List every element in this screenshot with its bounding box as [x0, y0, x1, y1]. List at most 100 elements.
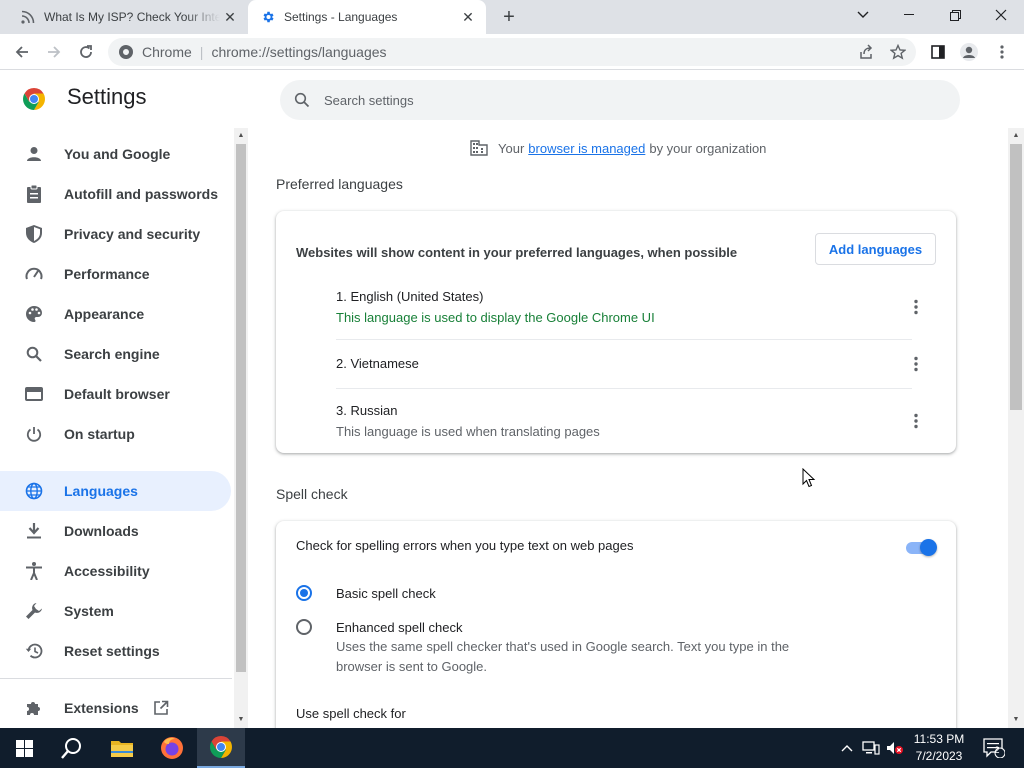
sidebar-item-search-engine[interactable]: Search engine [0, 334, 232, 374]
spell-check-card: Check for spelling errors when you type … [276, 521, 956, 728]
sidebar-item-on-startup[interactable]: On startup [0, 414, 232, 454]
volume-muted-icon[interactable] [884, 728, 906, 768]
sidebar-item-system[interactable]: System [0, 591, 232, 631]
scroll-up-arrow-icon[interactable]: ▲ [1009, 128, 1023, 142]
url-text: chrome://settings/languages [211, 44, 387, 60]
new-tab-button[interactable]: + [498, 6, 520, 28]
file-explorer-icon[interactable] [98, 728, 146, 768]
sidebar-item-reset-settings[interactable]: Reset settings [0, 631, 232, 671]
sidebar-item-appearance[interactable]: Appearance [0, 294, 232, 334]
preferred-languages-description: Websites will show content in your prefe… [296, 245, 738, 260]
browser-icon [24, 384, 44, 404]
use-spell-check-for-label: Use spell check for [296, 706, 406, 721]
power-icon [24, 424, 44, 444]
enhanced-spell-check-radio[interactable] [296, 619, 312, 635]
spell-check-heading: Spell check [276, 486, 348, 502]
profile-avatar-icon[interactable] [959, 42, 979, 62]
tab-title: Settings - Languages [284, 10, 398, 24]
chrome-menu-icon[interactable] [992, 42, 1012, 62]
sidebar-item-autofill[interactable]: Autofill and passwords [0, 174, 232, 214]
taskbar-search-icon[interactable] [48, 728, 96, 768]
sidebar-item-performance[interactable]: Performance [0, 254, 232, 294]
sidebar-item-label: Performance [64, 266, 150, 282]
settings-sidebar: You and Google Autofill and passwords Pr… [0, 128, 234, 728]
more-actions-icon[interactable] [906, 411, 926, 431]
sidebar-item-privacy[interactable]: Privacy and security [0, 214, 232, 254]
side-panel-icon[interactable] [928, 42, 948, 62]
scroll-down-arrow-icon[interactable]: ▼ [234, 712, 248, 726]
managed-link[interactable]: browser is managed [528, 141, 645, 156]
globe-icon [24, 481, 44, 501]
taskbar-clock[interactable]: 11:53 PM 7/2/2023 [906, 731, 972, 765]
sidebar-item-languages[interactable]: Languages [0, 471, 231, 511]
mouse-cursor-icon [802, 467, 816, 488]
sidebar-item-default-browser[interactable]: Default browser [0, 374, 232, 414]
restore-button[interactable] [932, 0, 978, 30]
back-button[interactable] [8, 38, 36, 66]
row-divider [336, 388, 912, 389]
spell-check-toggle[interactable] [904, 537, 938, 557]
language-note: This language is used when translating p… [336, 424, 600, 439]
show-hidden-icons-icon[interactable] [838, 728, 856, 768]
close-tab-icon[interactable]: ✕ [220, 7, 240, 27]
notifications-icon[interactable]: 2 [978, 728, 1010, 768]
scroll-down-arrow-icon[interactable]: ▼ [1009, 712, 1023, 726]
omnibox-separator: | [199, 44, 204, 60]
sidebar-divider [0, 678, 232, 679]
row-divider [336, 339, 912, 340]
search-input[interactable] [324, 92, 904, 108]
close-window-button[interactable] [978, 0, 1024, 30]
search-icon [24, 344, 44, 364]
sidebar-item-you-and-google[interactable]: You and Google [0, 134, 232, 174]
sidebar-item-label: Extensions [64, 700, 139, 716]
language-row: 2. Vietnamese [336, 356, 936, 371]
close-tab-icon[interactable]: ✕ [458, 7, 478, 27]
minimize-button[interactable] [886, 0, 932, 30]
history-icon [24, 641, 44, 661]
reload-button[interactable] [72, 38, 100, 66]
sidebar-item-label: Privacy and security [64, 226, 201, 242]
scrollbar-thumb[interactable] [1010, 144, 1022, 410]
language-name: 2. Vietnamese [336, 356, 419, 371]
windows-start-icon[interactable] [0, 728, 48, 768]
clipboard-icon [24, 184, 44, 204]
language-name: 1. English (United States) [336, 289, 484, 304]
managed-prefix: Your [498, 140, 525, 156]
scrollbar-thumb[interactable] [236, 144, 246, 672]
speedometer-icon [24, 264, 44, 284]
tab-search-icon[interactable] [840, 0, 886, 30]
sidebar-item-label: Search engine [64, 346, 160, 362]
sidebar-item-label: Accessibility [64, 563, 150, 579]
sidebar-item-extensions[interactable]: Extensions [0, 688, 232, 728]
firefox-icon[interactable] [148, 728, 196, 768]
main-scrollbar[interactable]: ▲ ▼ [1008, 128, 1024, 728]
sidebar-item-label: Appearance [64, 306, 145, 322]
sidebar-item-label: You and Google [64, 146, 171, 162]
language-name: 3. Russian [336, 403, 398, 418]
building-icon [470, 140, 488, 156]
search-box[interactable] [280, 80, 960, 120]
sidebar-item-downloads[interactable]: Downloads [0, 511, 232, 551]
tab-isp[interactable]: What Is My ISP? Check Your Internet ✕ [8, 0, 248, 34]
more-actions-icon[interactable] [906, 297, 926, 317]
settings-main: Your browser is managed by your organiza… [248, 128, 1008, 728]
sidebar-item-label: Default browser [64, 386, 170, 402]
chrome-logo-icon [22, 87, 46, 111]
sidebar-item-label: System [64, 603, 114, 619]
forward-button[interactable] [40, 38, 68, 66]
sidebar-scrollbar[interactable]: ▲ ▼ [234, 128, 248, 728]
sidebar-item-label: On startup [64, 426, 135, 442]
more-actions-icon[interactable] [906, 354, 926, 374]
share-icon[interactable] [856, 42, 876, 62]
basic-spell-check-radio[interactable] [296, 585, 312, 601]
scroll-up-arrow-icon[interactable]: ▲ [234, 128, 248, 142]
settings-header: Settings [0, 70, 1024, 128]
tab-settings[interactable]: Settings - Languages ✕ [248, 0, 486, 34]
wrench-icon [24, 601, 44, 621]
sidebar-item-accessibility[interactable]: Accessibility [0, 551, 232, 591]
chrome-taskbar-icon[interactable] [197, 728, 245, 768]
network-icon[interactable] [860, 728, 882, 768]
add-languages-button[interactable]: Add languages [815, 233, 936, 265]
bookmark-star-icon[interactable] [888, 42, 908, 62]
address-bar[interactable]: Chrome | chrome://settings/languages [108, 38, 916, 66]
